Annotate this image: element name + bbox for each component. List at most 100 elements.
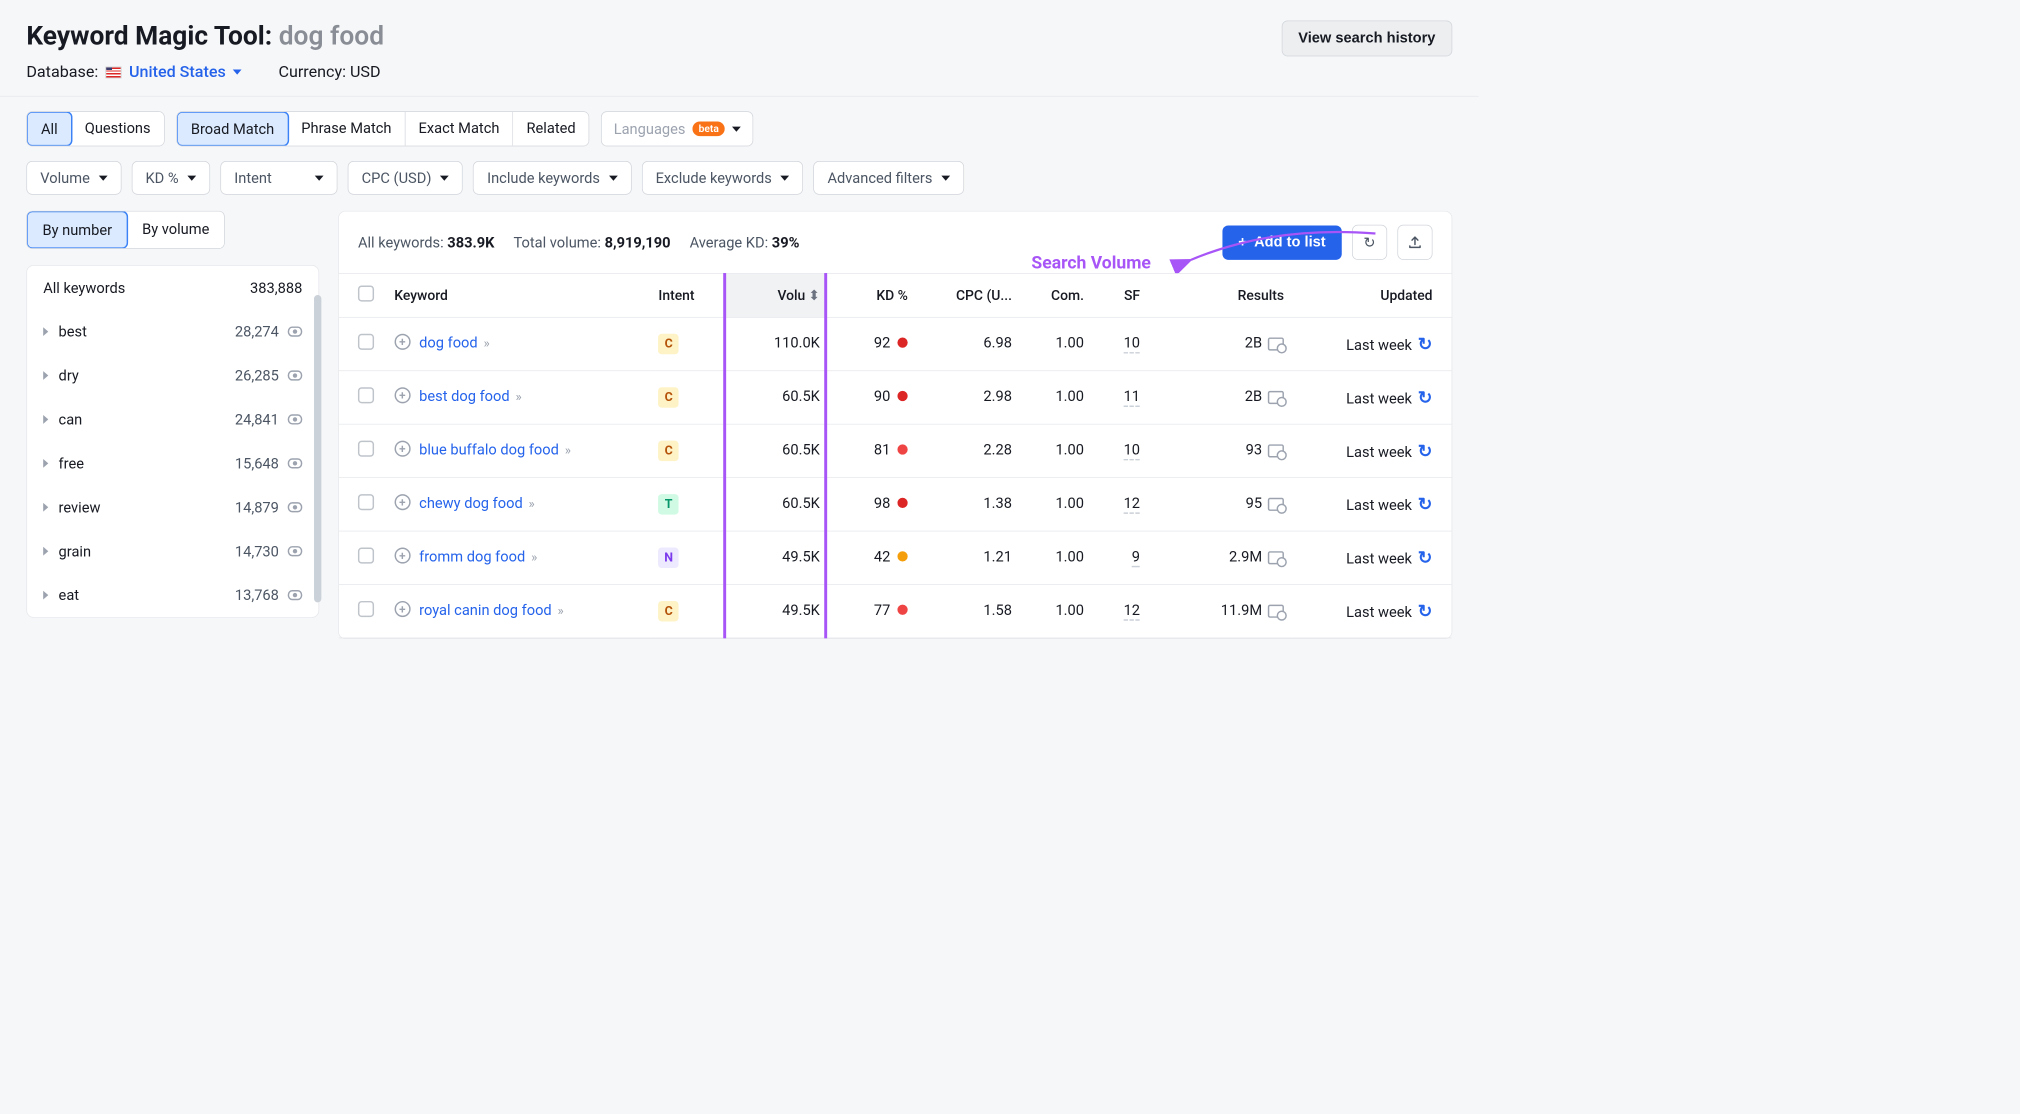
view-search-history-button[interactable]: View search history xyxy=(1281,20,1452,56)
keyword-link[interactable]: blue buffalo dog food xyxy=(419,441,559,459)
add-keyword-icon[interactable]: + xyxy=(394,441,410,457)
col-keyword[interactable]: Keyword xyxy=(387,273,651,317)
sidebar-item-review[interactable]: review 14,879 xyxy=(27,485,318,529)
match-tabs: Broad Match Phrase Match Exact Match Rel… xyxy=(176,111,589,146)
serp-icon[interactable] xyxy=(1268,551,1284,564)
row-checkbox[interactable] xyxy=(358,494,374,510)
cell-kd: 81 xyxy=(874,441,908,459)
cell-results: 2.9M xyxy=(1147,531,1291,584)
sidebar-item-free[interactable]: free 15,648 xyxy=(27,441,318,485)
sidebar-item-count: 24,841 xyxy=(235,411,279,429)
eye-icon[interactable] xyxy=(288,414,303,424)
tab-questions[interactable]: Questions xyxy=(72,112,164,146)
cell-com: 1.00 xyxy=(1019,371,1091,424)
kd-filter[interactable]: KD % xyxy=(132,161,211,195)
col-com[interactable]: Com. xyxy=(1019,273,1091,317)
add-keyword-icon[interactable]: + xyxy=(394,387,410,403)
serp-icon[interactable] xyxy=(1268,444,1284,457)
cell-kd: 92 xyxy=(874,334,908,352)
row-checkbox[interactable] xyxy=(358,387,374,403)
refresh-row-icon[interactable]: ↻ xyxy=(1418,601,1433,621)
eye-icon[interactable] xyxy=(288,458,303,468)
row-checkbox[interactable] xyxy=(358,601,374,617)
col-cpc[interactable]: CPC (U... xyxy=(915,273,1019,317)
scrollbar[interactable] xyxy=(314,295,321,602)
advanced-filters[interactable]: Advanced filters xyxy=(814,161,964,195)
sidebar-item-eat[interactable]: eat 13,768 xyxy=(27,573,318,617)
cell-results: 2B xyxy=(1147,371,1291,424)
row-checkbox[interactable] xyxy=(358,334,374,350)
col-updated[interactable]: Updated xyxy=(1291,273,1451,317)
stat-total-volume: Total volume: 8,919,190 xyxy=(513,234,670,252)
keyword-link[interactable]: fromm dog food xyxy=(419,548,525,566)
add-keyword-icon[interactable]: + xyxy=(394,548,410,564)
chevron-down-icon xyxy=(941,175,950,180)
refresh-row-icon[interactable]: ↻ xyxy=(1418,334,1433,354)
tab-broad-match[interactable]: Broad Match xyxy=(176,111,289,146)
cell-volume: 49.5K xyxy=(723,585,827,638)
keyword-link[interactable]: best dog food xyxy=(419,387,509,405)
languages-dropdown[interactable]: Languages beta xyxy=(601,111,753,146)
keyword-link[interactable]: chewy dog food xyxy=(419,494,523,512)
keyword-link[interactable]: royal canin dog food xyxy=(419,601,552,619)
double-chevron-icon[interactable]: » xyxy=(531,550,537,565)
double-chevron-icon[interactable]: » xyxy=(529,496,535,511)
sidebar-item-label: eat xyxy=(59,586,80,604)
filter-row-2: Volume KD % Intent CPC (USD) Include key… xyxy=(0,161,1479,211)
include-keywords-filter[interactable]: Include keywords xyxy=(473,161,631,195)
refresh-row-icon[interactable]: ↻ xyxy=(1418,441,1433,461)
row-checkbox[interactable] xyxy=(358,548,374,564)
chevron-right-icon xyxy=(43,591,48,600)
eye-icon[interactable] xyxy=(288,326,303,336)
double-chevron-icon[interactable]: » xyxy=(484,336,490,351)
keyword-link[interactable]: dog food xyxy=(419,334,478,352)
sidebar-item-can[interactable]: can 24,841 xyxy=(27,397,318,441)
col-kd[interactable]: KD % xyxy=(827,273,915,317)
serp-icon[interactable] xyxy=(1268,498,1284,511)
cell-sf: 9 xyxy=(1091,531,1147,584)
cpc-filter[interactable]: CPC (USD) xyxy=(348,161,463,195)
serp-icon[interactable] xyxy=(1268,337,1284,350)
sidebar-item-grain[interactable]: grain 14,730 xyxy=(27,529,318,573)
intent-filter[interactable]: Intent xyxy=(220,161,337,195)
exclude-keywords-filter[interactable]: Exclude keywords xyxy=(642,161,804,195)
tab-exact-match[interactable]: Exact Match xyxy=(405,112,513,146)
add-keyword-icon[interactable]: + xyxy=(394,494,410,510)
eye-icon[interactable] xyxy=(288,370,303,380)
tab-phrase-match[interactable]: Phrase Match xyxy=(288,112,405,146)
database-selector[interactable]: Database: United States xyxy=(26,63,242,81)
sidebar-item-dry[interactable]: dry 26,285 xyxy=(27,354,318,398)
refresh-row-icon[interactable]: ↻ xyxy=(1418,494,1433,514)
tab-by-number[interactable]: By number xyxy=(26,211,128,249)
col-results[interactable]: Results xyxy=(1147,273,1291,317)
eye-icon[interactable] xyxy=(288,590,303,600)
intent-badge: C xyxy=(658,334,678,354)
col-volume[interactable]: Volu⬍ xyxy=(723,273,827,317)
tab-all[interactable]: All xyxy=(26,111,72,146)
add-keyword-icon[interactable]: + xyxy=(394,334,410,350)
sidebar-item-count: 13,768 xyxy=(235,586,279,604)
sidebar-all-keywords[interactable]: All keywords 383,888 xyxy=(27,266,318,310)
cell-results: 2B xyxy=(1147,317,1291,370)
cell-updated: Last week↻ xyxy=(1291,531,1451,584)
add-keyword-icon[interactable]: + xyxy=(394,601,410,617)
chevron-down-icon xyxy=(440,175,449,180)
cell-updated: Last week↻ xyxy=(1291,478,1451,531)
col-sf[interactable]: SF xyxy=(1091,273,1147,317)
serp-icon[interactable] xyxy=(1268,391,1284,404)
volume-filter[interactable]: Volume xyxy=(26,161,121,195)
tab-related[interactable]: Related xyxy=(513,112,588,146)
double-chevron-icon[interactable]: » xyxy=(565,443,571,458)
refresh-row-icon[interactable]: ↻ xyxy=(1418,548,1433,568)
eye-icon[interactable] xyxy=(288,546,303,556)
serp-icon[interactable] xyxy=(1268,604,1284,617)
col-intent[interactable]: Intent xyxy=(651,273,723,317)
double-chevron-icon[interactable]: » xyxy=(515,389,521,404)
double-chevron-icon[interactable]: » xyxy=(558,603,564,618)
refresh-row-icon[interactable]: ↻ xyxy=(1418,387,1433,407)
eye-icon[interactable] xyxy=(288,502,303,512)
row-checkbox[interactable] xyxy=(358,441,374,457)
tab-by-volume[interactable]: By volume xyxy=(127,212,224,249)
sidebar-item-best[interactable]: best 28,274 xyxy=(27,310,318,354)
select-all-checkbox[interactable] xyxy=(358,285,374,301)
